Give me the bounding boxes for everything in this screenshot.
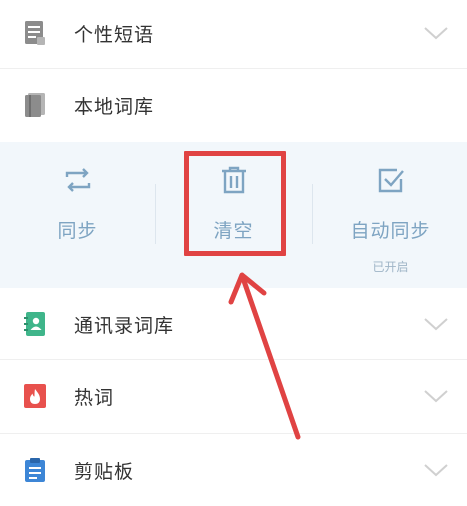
auto-sync-status: 已开启	[372, 260, 409, 274]
chevron-down-icon[interactable]	[423, 316, 449, 332]
divider	[0, 68, 467, 69]
book-icon	[22, 92, 48, 118]
list-item-label: 本地词库	[74, 95, 155, 118]
sync-label: 同步	[57, 220, 98, 242]
list-item-local-dictionary[interactable]: 本地词库	[0, 70, 467, 140]
document-icon	[22, 20, 48, 46]
chevron-down-icon[interactable]	[423, 25, 449, 41]
auto-sync-button[interactable]: 自动同步 已开启	[313, 142, 467, 288]
list-item-phrases[interactable]: 个性短语	[0, 0, 467, 66]
chevron-down-icon[interactable]	[423, 388, 449, 404]
auto-sync-label: 自动同步	[350, 220, 431, 242]
highlight-box	[184, 151, 286, 256]
chevron-down-icon[interactable]	[423, 462, 449, 478]
clipboard-icon	[22, 457, 48, 483]
list-item-hot-words[interactable]: 热词	[0, 360, 467, 432]
sync-button[interactable]: 同步	[0, 142, 155, 288]
checkbox-checked-icon	[375, 164, 407, 196]
list-item-label: 热词	[74, 386, 115, 409]
list-item-label: 剪贴板	[74, 460, 135, 483]
sync-icon	[62, 164, 94, 196]
flame-icon	[22, 383, 48, 409]
list-item-label: 个性短语	[74, 23, 155, 46]
list-item-clipboard[interactable]: 剪贴板	[0, 434, 467, 506]
list-item-contacts-dictionary[interactable]: 通讯录词库	[0, 290, 467, 358]
list-item-label: 通讯录词库	[74, 314, 175, 337]
contacts-book-icon	[22, 311, 48, 337]
